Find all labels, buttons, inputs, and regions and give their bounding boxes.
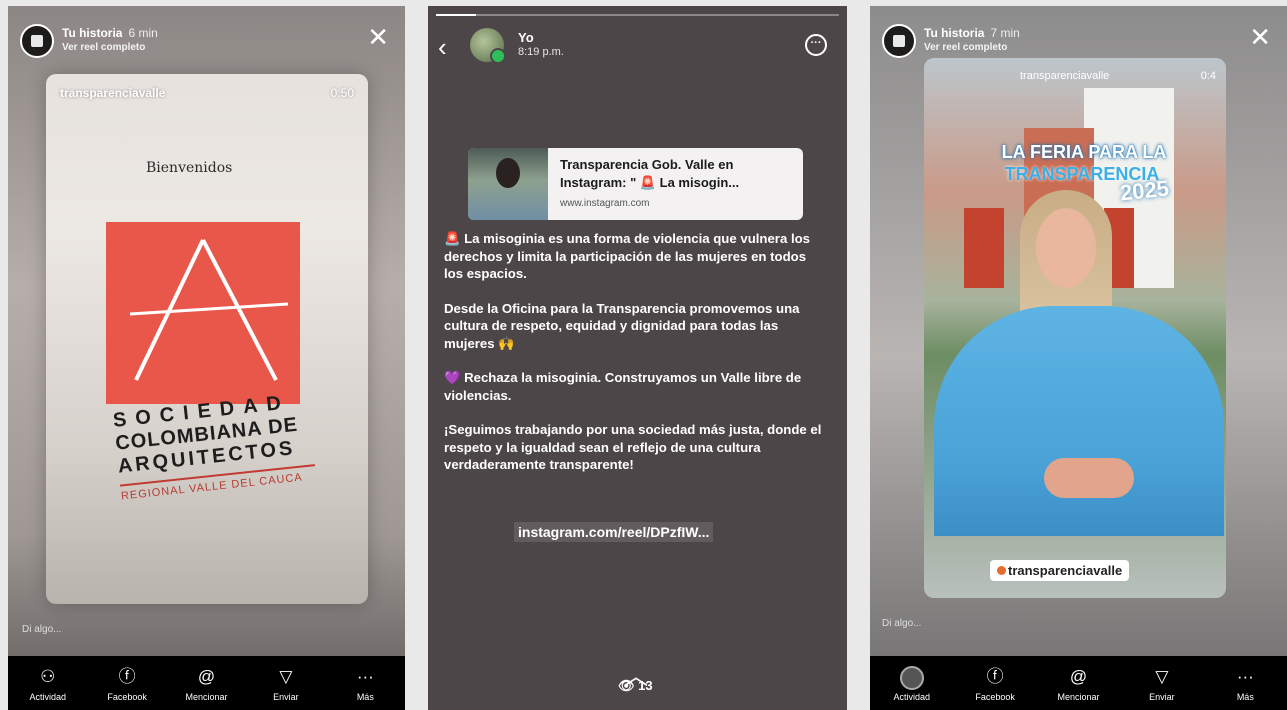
story-title: Tu historia 6 min bbox=[62, 26, 158, 40]
message-paragraph: ¡Seguimos trabajando por una sociedad má… bbox=[444, 422, 822, 472]
mention-label: Mencionar bbox=[1057, 692, 1100, 702]
welcome-text: Bienvenidos bbox=[146, 160, 233, 176]
mention-icon: @ bbox=[197, 667, 216, 686]
story-panel-3: Tu historia 7 min Ver reel completo ✕ tra… bbox=[870, 6, 1287, 710]
story-title-text: Tu historia bbox=[924, 26, 985, 40]
reel-card[interactable]: transparenciavalle 0:4 LA FERIA PARA LA … bbox=[924, 58, 1226, 598]
event-title-line-1: LA FERIA PARA LA bbox=[1001, 142, 1167, 162]
facebook-label: Facebook bbox=[107, 692, 147, 702]
sender-avatar[interactable] bbox=[470, 28, 506, 64]
activity-label: Actividad bbox=[29, 692, 66, 702]
reel-username: transparenciavalle bbox=[1020, 70, 1110, 82]
back-icon[interactable]: ‹ bbox=[438, 32, 447, 63]
event-year: 2025 bbox=[1118, 175, 1171, 206]
send-label: Enviar bbox=[1149, 692, 1175, 702]
sender-name: Yo bbox=[518, 30, 534, 45]
story-time: 6 min bbox=[128, 26, 158, 40]
story-action-bar: ⚇ Actividad ⓕ Facebook @ Mencionar ▽ Env… bbox=[8, 656, 405, 710]
sca-logo bbox=[106, 222, 300, 404]
mention-label: Mencionar bbox=[185, 692, 228, 702]
presenter-face bbox=[1036, 208, 1096, 288]
activity-button[interactable]: Actividad bbox=[870, 656, 953, 710]
story-title: Tu historia 7 min bbox=[924, 26, 1020, 40]
view-count[interactable]: 👁 13 bbox=[618, 678, 653, 694]
more-button[interactable]: ··· Más bbox=[326, 656, 405, 710]
reel-link[interactable]: instagram.com/reel/DPzfIW... bbox=[514, 522, 714, 542]
reel-card[interactable]: transparenciavalle 0:50 Bienvenidos SOCI… bbox=[46, 74, 368, 604]
message-paragraph: 💜 Rechaza la misoginia. Construyamos un … bbox=[444, 370, 802, 403]
more-label: Más bbox=[356, 692, 374, 702]
reel-duration: 0:4 bbox=[1200, 70, 1216, 82]
facebook-button[interactable]: ⓕ Facebook bbox=[953, 656, 1036, 710]
reel-username: transparenciavalle bbox=[60, 86, 166, 100]
more-icon: ··· bbox=[356, 667, 374, 686]
activity-avatar-icon bbox=[870, 666, 953, 690]
view-full-reel-link[interactable]: Ver reel completo bbox=[62, 42, 145, 53]
link-preview-card[interactable]: Transparencia Gob. Valle en Instagram: "… bbox=[468, 148, 803, 220]
logo-a-icon bbox=[129, 239, 289, 381]
mention-button[interactable]: @ Mencionar bbox=[167, 656, 246, 710]
presenter-shirt bbox=[934, 306, 1224, 536]
story-header: Tu historia 6 min Ver reel completo ✕ bbox=[20, 24, 393, 64]
facebook-icon: ⓕ bbox=[986, 667, 1004, 686]
send-button[interactable]: ▽ Enviar bbox=[1120, 656, 1203, 710]
close-icon[interactable]: ✕ bbox=[1249, 24, 1271, 50]
mention-icon: @ bbox=[1069, 667, 1088, 686]
link-title: Transparencia Gob. Valle en Instagram: "… bbox=[560, 157, 740, 190]
mention-text: transparenciavalle bbox=[1008, 563, 1123, 578]
org-name-block: SOCIEDAD COLOMBIANA DE ARQUITECTOS REGIO… bbox=[112, 389, 321, 502]
instagram-icon bbox=[997, 566, 1006, 575]
reply-input[interactable]: Di algo... bbox=[22, 624, 61, 635]
link-thumbnail bbox=[468, 148, 548, 220]
view-full-reel-link[interactable]: Ver reel completo bbox=[924, 42, 1007, 53]
message-time: 8:19 p.m. bbox=[518, 46, 564, 58]
progress-fill bbox=[436, 14, 477, 16]
story-progress-bar bbox=[436, 14, 839, 16]
link-url: www.instagram.com bbox=[560, 198, 650, 209]
more-icon: ··· bbox=[1236, 667, 1254, 686]
send-button[interactable]: ▽ Enviar bbox=[246, 656, 325, 710]
story-action-bar: Actividad ⓕ Facebook @ Mencionar ▽ Envia… bbox=[870, 656, 1287, 710]
more-label: Más bbox=[1236, 692, 1254, 702]
send-icon: ▽ bbox=[279, 667, 293, 686]
activity-button[interactable]: ⚇ Actividad bbox=[8, 656, 87, 710]
story-panel-1: Tu historia 6 min Ver reel completo ✕ tra… bbox=[8, 6, 405, 710]
story-title-text: Tu historia bbox=[62, 26, 123, 40]
people-icon: ⚇ bbox=[40, 667, 56, 686]
reply-input[interactable]: Di algo... bbox=[882, 618, 921, 629]
profile-avatar[interactable] bbox=[882, 24, 916, 58]
activity-label: Actividad bbox=[893, 692, 930, 702]
mention-button[interactable]: @ Mencionar bbox=[1037, 656, 1120, 710]
message-panel: ‹ Yo 8:19 p.m. ··· Transparencia Gob. Va… bbox=[428, 6, 847, 710]
message-paragraph: 🚨 La misoginia es una forma de violencia… bbox=[444, 231, 810, 281]
more-button[interactable]: ··· Más bbox=[1204, 656, 1287, 710]
options-button[interactable]: ··· bbox=[805, 34, 827, 56]
message-body: 🚨 La misoginia es una forma de violencia… bbox=[444, 230, 824, 491]
send-label: Enviar bbox=[273, 692, 299, 702]
facebook-button[interactable]: ⓕ Facebook bbox=[87, 656, 166, 710]
mention-sticker[interactable]: transparenciavalle bbox=[990, 560, 1130, 581]
story-time: 7 min bbox=[990, 26, 1020, 40]
send-icon: ▽ bbox=[1155, 667, 1169, 686]
message-paragraph: Desde la Oficina para la Transparencia p… bbox=[444, 300, 800, 351]
close-icon[interactable]: ✕ bbox=[367, 24, 389, 50]
facebook-label: Facebook bbox=[975, 692, 1015, 702]
reel-duration: 0:50 bbox=[330, 86, 354, 100]
facebook-icon: ⓕ bbox=[118, 667, 136, 686]
profile-avatar[interactable] bbox=[20, 24, 54, 58]
presenter-hands bbox=[1044, 458, 1134, 498]
